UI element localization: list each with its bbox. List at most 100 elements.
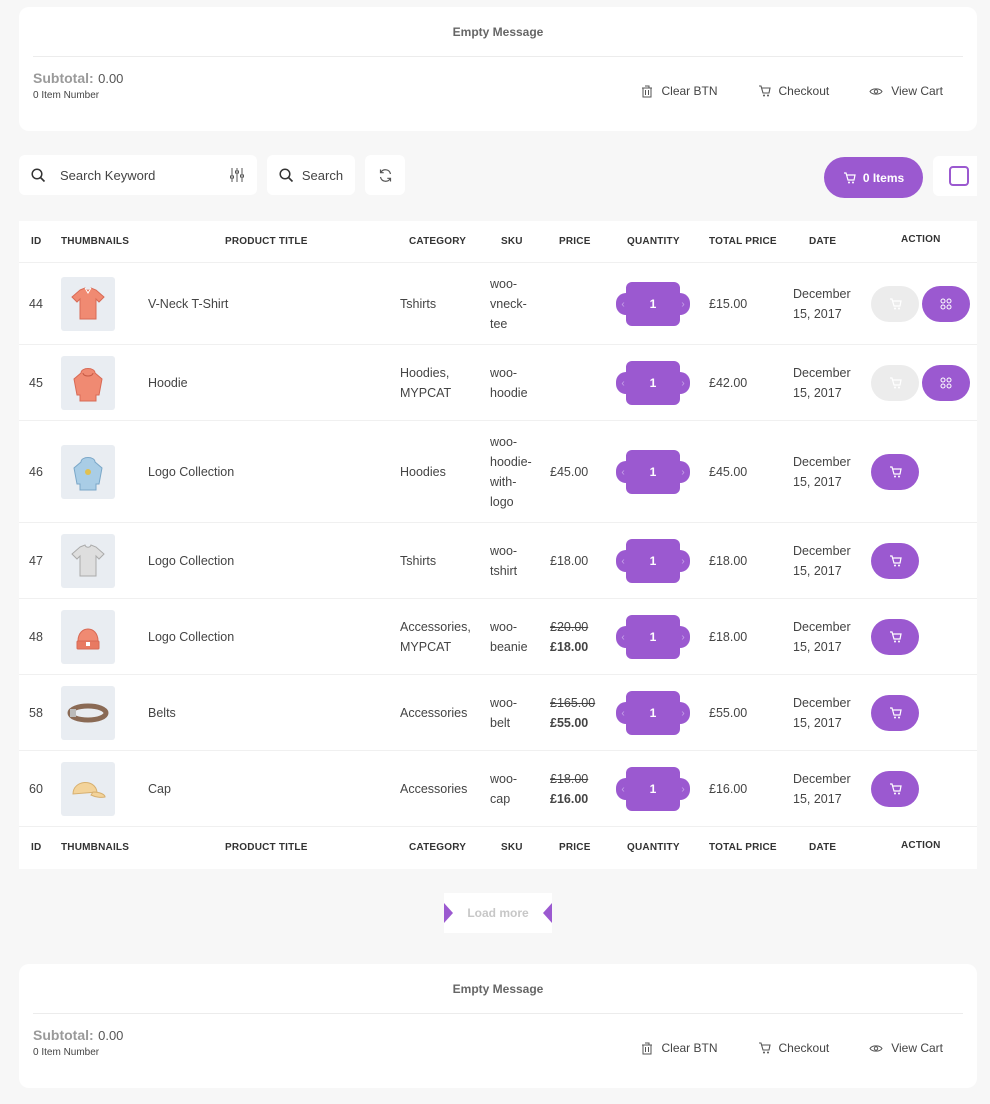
category-line: Tshirts: [400, 554, 437, 568]
add-to-cart-button[interactable]: [871, 454, 919, 490]
quantity-stepper[interactable]: ‹ 1 ›: [616, 450, 690, 494]
product-title[interactable]: V-Neck T-Shirt: [148, 294, 228, 314]
date-line: 15, 2017: [793, 475, 842, 489]
quantity-value[interactable]: 1: [626, 450, 680, 494]
footer-price: PRICE: [559, 842, 591, 853]
product-price: £18.00: [550, 554, 589, 568]
add-to-cart-button[interactable]: [871, 286, 919, 322]
product-category[interactable]: Accessories: [400, 703, 467, 723]
hoodie-with-logo-icon[interactable]: [61, 445, 115, 499]
quantity-value[interactable]: 1: [626, 615, 680, 659]
subtotal-value: 0.00: [98, 1028, 124, 1043]
product-title[interactable]: Logo Collection: [148, 627, 234, 647]
sku-line: hoodie: [490, 386, 528, 400]
product-title[interactable]: Logo Collection: [148, 551, 234, 571]
clear-button[interactable]: Clear BTN: [641, 1041, 718, 1055]
cart-icon: [758, 1042, 771, 1054]
empty-message: Empty Message: [33, 7, 963, 57]
search-icon: [279, 167, 293, 182]
footer-action: ACTION: [901, 840, 941, 851]
clear-button[interactable]: Clear BTN: [641, 84, 718, 98]
subtotal-value: 0.00: [98, 71, 124, 86]
quantity-stepper[interactable]: ‹ 1 ›: [616, 691, 690, 735]
search-field[interactable]: Search Keyword: [19, 155, 257, 195]
filter-sliders-icon[interactable]: [229, 167, 245, 183]
total-price: £15.00: [709, 297, 748, 311]
item-count: 0 Item Number: [33, 1047, 100, 1058]
subtotal-block: Subtotal: 0.00 0 Item Number: [33, 1027, 123, 1058]
sku-line: with-: [490, 475, 517, 489]
table-row: 58 Belts Accessories woo-belt £165.00 £55.00 ‹…: [19, 675, 977, 751]
quantity-increase[interactable]: ›: [676, 372, 690, 394]
add-to-cart-button[interactable]: [871, 543, 919, 579]
date-line: December: [793, 696, 851, 710]
product-id: 58: [29, 706, 43, 720]
select-options-button[interactable]: [922, 286, 970, 322]
table-row: 48 Logo Collection Accessories, MYPCAT woo-b…: [19, 599, 977, 675]
product-title[interactable]: Cap: [148, 779, 171, 799]
cart-items-button[interactable]: 0 Items: [824, 157, 923, 198]
quantity-stepper[interactable]: ‹ 1 ›: [616, 282, 690, 326]
quantity-increase[interactable]: ›: [676, 550, 690, 572]
product-category[interactable]: Hoodies: [400, 462, 446, 482]
header-title: PRODUCT TITLE: [225, 236, 308, 247]
add-to-cart-button[interactable]: [871, 365, 919, 401]
sku-line: woo-: [490, 435, 518, 449]
beanie-icon[interactable]: [61, 610, 115, 664]
product-date: December 15, 2017: [793, 452, 851, 492]
quantity-value[interactable]: 1: [626, 361, 680, 405]
quantity-increase[interactable]: ›: [676, 626, 690, 648]
select-all-checkbox[interactable]: [949, 166, 969, 186]
checkout-button[interactable]: Checkout: [758, 1041, 829, 1055]
footer-sku: SKU: [501, 842, 523, 853]
table-header: ID THUMBNAILS PRODUCT TITLE CATEGORY SKU…: [19, 221, 977, 263]
quantity-stepper[interactable]: ‹ 1 ›: [616, 361, 690, 405]
product-category[interactable]: Accessories: [400, 779, 467, 799]
vneck-tshirt-icon[interactable]: [61, 277, 115, 331]
view-cart-button[interactable]: View Cart: [869, 1041, 943, 1055]
load-more-button[interactable]: Load more: [444, 893, 552, 933]
search-input[interactable]: Search Keyword: [60, 168, 229, 183]
quantity-stepper[interactable]: ‹ 1 ›: [616, 615, 690, 659]
product-sku: woo-belt: [490, 693, 517, 733]
product-title[interactable]: Belts: [148, 703, 176, 723]
quantity-value[interactable]: 1: [626, 767, 680, 811]
add-to-cart-button[interactable]: [871, 771, 919, 807]
product-category[interactable]: Tshirts: [400, 551, 436, 571]
header-thumbnails: THUMBNAILS: [61, 236, 130, 247]
product-title[interactable]: Hoodie: [148, 373, 188, 393]
quantity-stepper[interactable]: ‹ 1 ›: [616, 539, 690, 583]
quantity-value[interactable]: 1: [626, 691, 680, 735]
view-cart-button[interactable]: View Cart: [869, 84, 943, 98]
product-category[interactable]: Tshirts: [400, 294, 436, 314]
footer-total: TOTAL PRICE: [709, 842, 777, 853]
table-footer: ID THUMBNAILS PRODUCT TITLE CATEGORY SKU…: [19, 827, 977, 869]
quantity-value[interactable]: 1: [626, 282, 680, 326]
product-category[interactable]: Accessories, MYPCAT: [400, 617, 471, 657]
quantity-value[interactable]: 1: [626, 539, 680, 583]
hoodie-icon[interactable]: [61, 356, 115, 410]
quantity-increase[interactable]: ›: [676, 461, 690, 483]
reset-button[interactable]: [365, 155, 405, 195]
search-button[interactable]: Search: [267, 155, 355, 195]
add-to-cart-button[interactable]: [871, 695, 919, 731]
checkout-button[interactable]: Checkout: [758, 84, 829, 98]
tshirt-icon[interactable]: [61, 534, 115, 588]
product-title[interactable]: Logo Collection: [148, 462, 234, 482]
add-to-cart-button[interactable]: [871, 619, 919, 655]
quantity-increase[interactable]: ›: [676, 778, 690, 800]
product-category[interactable]: Hoodies, MYPCAT: [400, 363, 451, 403]
quantity-increase[interactable]: ›: [676, 702, 690, 724]
quantity-increase[interactable]: ›: [676, 293, 690, 315]
table-row: 46 Logo Collection Hoodies woo-hoodie-with-…: [19, 421, 977, 523]
total-price: £18.00: [709, 554, 748, 568]
select-options-button[interactable]: [922, 365, 970, 401]
product-id: 60: [29, 782, 43, 796]
product-date: December 15, 2017: [793, 541, 851, 581]
minicart-top: Empty Message Subtotal: 0.00 0 Item Numb…: [19, 7, 977, 131]
add-to-cart-icon: [889, 377, 902, 389]
sku-line: hoodie-: [490, 455, 532, 469]
cap-icon[interactable]: [61, 762, 115, 816]
quantity-stepper[interactable]: ‹ 1 ›: [616, 767, 690, 811]
belt-icon[interactable]: [61, 686, 115, 740]
